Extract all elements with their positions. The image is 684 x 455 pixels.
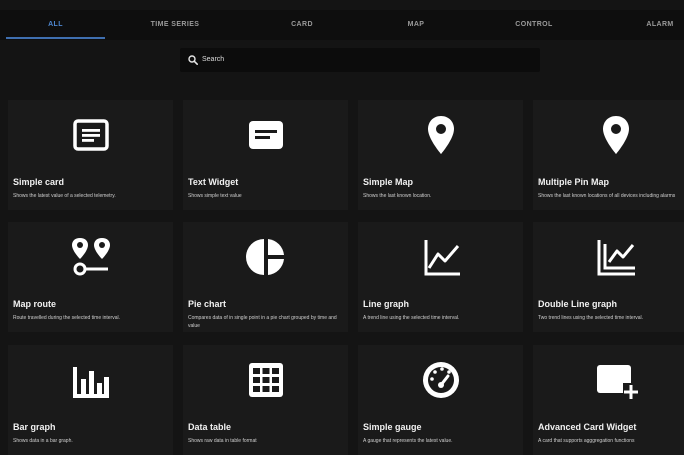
table-icon <box>249 363 283 397</box>
widget-card-text-widget[interactable]: Text Widget Shows simple text value <box>183 100 348 210</box>
category-tabs: ALL TIME SERIES CARD MAP CONTROL ALARM <box>0 10 684 40</box>
search-input[interactable]: Search <box>180 48 540 72</box>
map-pin-icon <box>428 116 454 154</box>
widget-title: Line graph <box>363 299 410 309</box>
widget-description: Shows raw data in table format <box>188 438 257 444</box>
widget-title: Multiple Pin Map <box>538 177 609 187</box>
widget-description: A card that supports agggregation functi… <box>538 438 635 444</box>
widget-description: Shows data in a bar graph. <box>13 438 73 444</box>
search-icon <box>188 55 198 65</box>
widget-card-simple-card[interactable]: Simple card Shows the latest value of a … <box>8 100 173 210</box>
widget-description: A trend line using the selected time int… <box>363 315 460 321</box>
map-pin-icon <box>603 116 629 154</box>
widget-card-data-table[interactable]: Data table Shows raw data in table forma… <box>183 345 348 455</box>
widget-description: Shows simple text value <box>188 193 242 199</box>
widget-title: Simple card <box>13 177 65 187</box>
widget-description: Compares data of in single point in a pi… <box>188 315 337 329</box>
card-plus-icon <box>597 365 639 399</box>
widget-description: Two trend lines using the selected time … <box>538 315 644 321</box>
widget-description: Route travelled during the selected time… <box>13 315 121 321</box>
widget-card-simple-gauge[interactable]: Simple gauge A gauge that represents the… <box>358 345 523 455</box>
widget-title: Pie chart <box>188 299 227 309</box>
widget-title: Double Line graph <box>538 299 618 309</box>
widget-card-multiple-pin-map[interactable]: Multiple Pin Map Shows the last known lo… <box>533 100 684 210</box>
tab-card[interactable]: CARD <box>262 10 342 40</box>
widget-description: Shows the latest value of a selected tel… <box>13 193 116 199</box>
widget-title: Map route <box>13 299 57 309</box>
tab-control[interactable]: CONTROL <box>494 10 574 40</box>
widget-title: Bar graph <box>13 422 56 432</box>
active-tab-indicator <box>6 37 105 39</box>
message-icon <box>249 121 283 149</box>
tab-alarm[interactable]: ALARM <box>620 10 684 40</box>
pie-chart-icon <box>246 239 284 275</box>
route-icon <box>72 238 110 276</box>
widget-card-double-line-graph[interactable]: Double Line graph Two trend lines using … <box>533 222 684 332</box>
widget-title: Simple Map <box>363 177 414 187</box>
double-line-graph-icon <box>597 240 635 276</box>
widget-description: Shows the last known locations of all de… <box>538 193 676 199</box>
widget-card-line-graph[interactable]: Line graph A trend line using the select… <box>358 222 523 332</box>
line-graph-icon <box>424 240 460 276</box>
tab-time-series[interactable]: TIME SERIES <box>130 10 220 40</box>
tab-map[interactable]: MAP <box>376 10 456 40</box>
widget-description: A gauge that represents the latest value… <box>363 438 453 444</box>
widget-title: Data table <box>188 422 232 432</box>
gauge-icon <box>423 362 459 398</box>
widget-card-map-route[interactable]: Map route Route travelled during the sel… <box>8 222 173 332</box>
widget-title: Text Widget <box>188 177 239 187</box>
search-placeholder: Search <box>202 56 225 63</box>
card-text-icon <box>73 119 109 151</box>
widget-card-bar-graph[interactable]: Bar graph Shows data in a bar graph. <box>8 345 173 455</box>
tab-all[interactable]: ALL <box>6 10 105 40</box>
widget-title: Simple gauge <box>363 422 422 432</box>
widget-card-advanced-card-widget[interactable]: Advanced Card Widget A card that support… <box>533 345 684 455</box>
bar-graph-icon <box>73 367 109 398</box>
widget-title: Advanced Card Widget <box>538 422 637 432</box>
widget-card-pie-chart[interactable]: Pie chart Compares data of in single poi… <box>183 222 348 332</box>
widget-description: Shows the last known location. <box>363 193 432 199</box>
widget-card-simple-map[interactable]: Simple Map Shows the last known location… <box>358 100 523 210</box>
